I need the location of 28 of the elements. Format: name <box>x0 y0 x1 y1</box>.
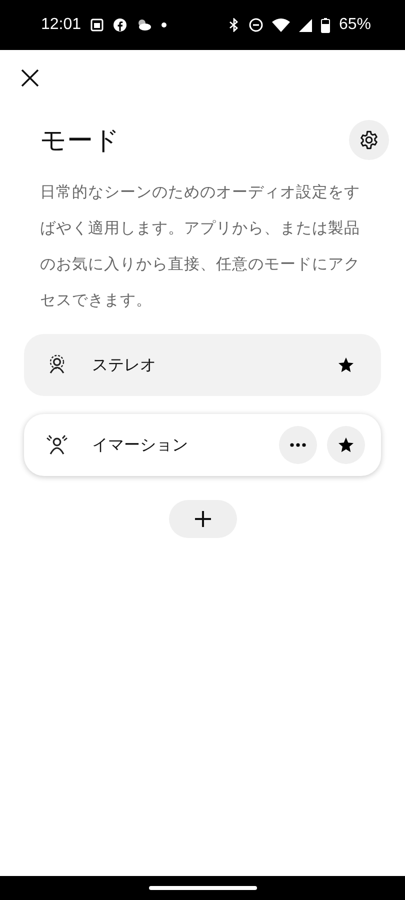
bluetooth-icon <box>228 18 240 32</box>
notification-dot-icon <box>161 22 168 28</box>
home-handle[interactable] <box>148 886 256 890</box>
description: 日常的なシーンのためのオーディオ設定をすばやく適用します。アプリから、または製品のお気に入りから直接、任意のモードにアクセスできます。 <box>39 182 361 311</box>
page-title: モード <box>40 124 120 158</box>
person-waves-icon <box>44 434 70 456</box>
settings-icon <box>359 130 379 150</box>
weather-icon <box>136 18 152 32</box>
more-icon <box>290 443 306 447</box>
battery-level: 65% <box>338 16 371 34</box>
wifi-icon <box>272 18 290 32</box>
favorite-button[interactable] <box>327 426 365 464</box>
facebook-icon <box>113 18 128 32</box>
mode-label: イマーション <box>92 434 189 456</box>
settings-button[interactable] <box>349 120 389 160</box>
mode-card[interactable]: イマーション <box>24 414 381 476</box>
more-button[interactable] <box>279 426 317 464</box>
close-icon[interactable] <box>20 68 40 88</box>
star-icon <box>337 436 355 454</box>
mode-label: ステレオ <box>92 354 157 376</box>
status-time: 12:01 <box>41 16 82 34</box>
mode-card[interactable]: ステレオ <box>24 334 381 396</box>
star-icon <box>337 356 355 374</box>
add-button[interactable] <box>168 500 236 538</box>
plus-icon <box>194 510 212 528</box>
signal-icon <box>298 18 312 32</box>
battery-icon <box>320 18 330 32</box>
do-not-disturb-icon <box>248 18 263 32</box>
